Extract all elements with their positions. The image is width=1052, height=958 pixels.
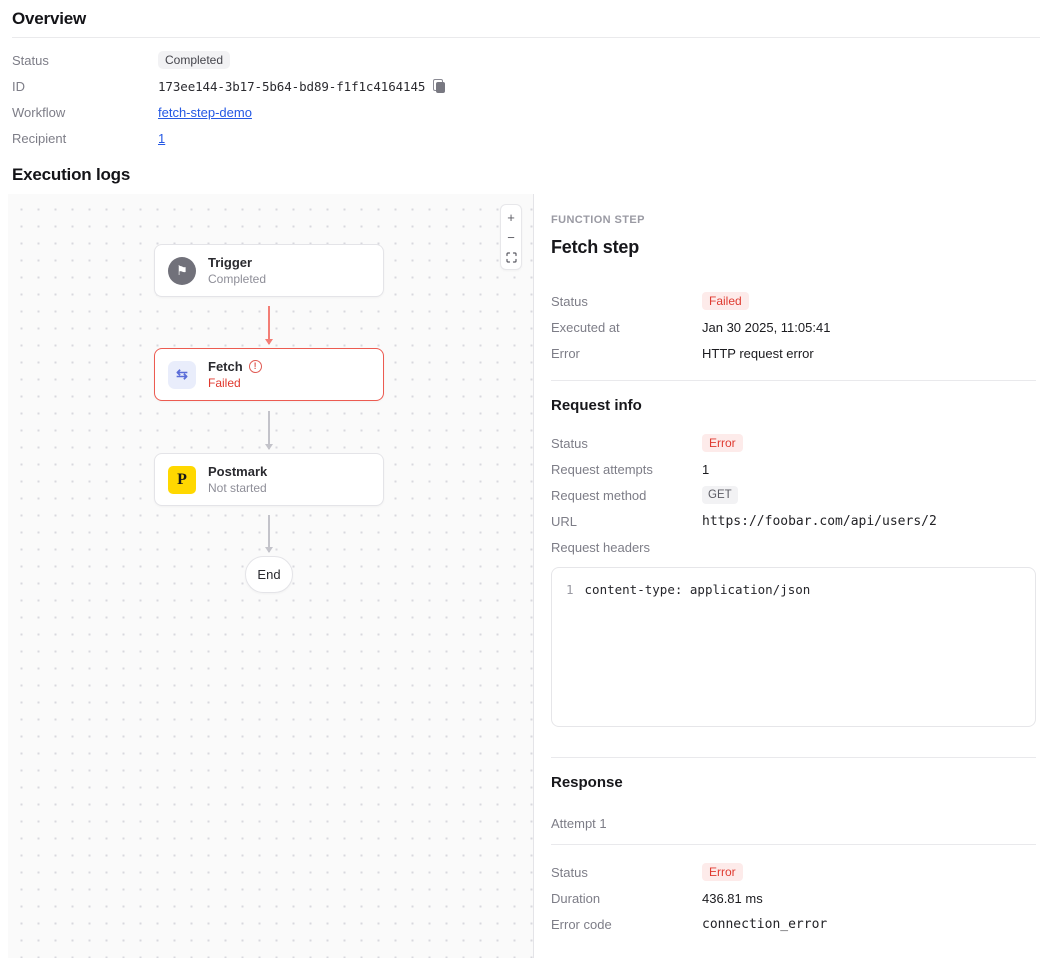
executed-at-label: Executed at <box>551 320 702 335</box>
overview-divider <box>12 37 1040 38</box>
attempt-label: Attempt 1 <box>551 816 1036 845</box>
duration-label: Duration <box>551 891 702 906</box>
step-status-label: Status <box>551 294 702 309</box>
request-status-badge: Error <box>702 434 743 452</box>
page-title: Overview <box>0 0 1052 37</box>
duration-row: Duration 436.81 ms <box>551 885 1036 911</box>
node-postmark-status: Not started <box>208 481 267 495</box>
executed-at-value: Jan 30 2025, 11:05:41 <box>702 320 830 335</box>
error-code-row: Error code connection_error <box>551 911 1036 937</box>
error-code-label: Error code <box>551 917 702 932</box>
request-attempts-value: 1 <box>702 462 709 477</box>
request-attempts-row: Request attempts 1 <box>551 456 1036 482</box>
request-status-row: Status Error <box>551 430 1036 456</box>
workflow-label: Workflow <box>12 105 158 120</box>
step-title: Fetch step <box>551 237 1036 258</box>
request-method-label: Request method <box>551 488 702 503</box>
overview-workflow-row: Workflow fetch-step-demo <box>12 99 1040 125</box>
node-postmark-title: Postmark <box>208 464 267 480</box>
node-trigger[interactable]: ⚑ Trigger Completed <box>154 244 384 297</box>
duration-value: 436.81 ms <box>702 891 763 906</box>
request-method-badge: GET <box>702 486 738 504</box>
copy-icon[interactable] <box>432 79 446 93</box>
workflow-canvas[interactable]: ⚑ Trigger Completed ⇆ Fetch <box>8 194 534 958</box>
node-fetch-title: Fetch <box>208 359 243 375</box>
status-badge: Completed <box>158 51 230 69</box>
workflow-link[interactable]: fetch-step-demo <box>158 105 252 120</box>
execution-logs-body: ⚑ Trigger Completed ⇆ Fetch <box>0 194 1052 958</box>
edge-fetch-postmark <box>268 411 270 449</box>
request-info-title: Request info <box>551 397 1036 414</box>
flag-icon: ⚑ <box>168 257 196 285</box>
overview-rows: Status Completed ID 173ee144-3b17-5b64-b… <box>0 47 1052 151</box>
response-status-badge: Error <box>702 863 743 881</box>
execution-logs-title: Execution logs <box>12 165 1052 185</box>
error-code-value: connection_error <box>702 917 827 932</box>
step-error-label: Error <box>551 346 702 361</box>
status-label: Status <box>12 53 158 68</box>
recipient-label: Recipient <box>12 131 158 146</box>
request-headers-row: Request headers <box>551 534 1036 560</box>
overview-status-row: Status Completed <box>12 47 1040 73</box>
overview-recipient-row: Recipient 1 <box>12 125 1040 151</box>
code-line-content: content-type: application/json <box>585 581 811 713</box>
node-fetch-status: Failed <box>208 376 262 390</box>
error-warning-icon: ! <box>249 360 262 373</box>
node-trigger-status: Completed <box>208 272 266 286</box>
canvas-zoom-controls: + − <box>500 204 522 270</box>
execution-detail-page: Overview Status Completed ID 173ee144-3b… <box>0 0 1052 958</box>
request-status-label: Status <box>551 436 702 451</box>
executed-at-row: Executed at Jan 30 2025, 11:05:41 <box>551 314 1036 340</box>
edge-trigger-fetch <box>268 306 270 344</box>
step-type-kicker: FUNCTION STEP <box>551 214 1036 226</box>
edge-postmark-end <box>268 515 270 552</box>
response-title: Response <box>551 774 1036 791</box>
zoom-out-button[interactable]: − <box>501 227 521 247</box>
fit-view-button[interactable] <box>501 247 521 267</box>
request-attempts-label: Request attempts <box>551 462 702 477</box>
step-status-badge: Failed <box>702 292 749 310</box>
zoom-in-button[interactable]: + <box>501 207 521 227</box>
request-url-value: https://foobar.com/api/users/2 <box>702 514 937 529</box>
id-label: ID <box>12 79 158 94</box>
node-fetch[interactable]: ⇆ Fetch ! Failed <box>154 348 384 401</box>
postmark-logo-icon: P <box>168 466 196 494</box>
step-status-row: Status Failed <box>551 288 1036 314</box>
request-headers-label: Request headers <box>551 540 702 555</box>
execution-id: 173ee144-3b17-5b64-bd89-f1f1c4164145 <box>158 79 425 94</box>
step-error-value: HTTP request error <box>702 346 814 361</box>
response-status-label: Status <box>551 865 702 880</box>
request-headers-code-block: 1 content-type: application/json <box>551 567 1036 727</box>
swap-arrows-icon: ⇆ <box>168 361 196 389</box>
node-postmark[interactable]: P Postmark Not started <box>154 453 384 506</box>
code-line-number: 1 <box>566 581 574 713</box>
step-detail-panel: FUNCTION STEP Fetch step Status Failed E… <box>534 194 1052 958</box>
end-node: End <box>245 556 293 593</box>
request-method-row: Request method GET <box>551 482 1036 508</box>
request-url-label: URL <box>551 514 702 529</box>
response-status-row: Status Error <box>551 859 1036 885</box>
fit-view-icon <box>506 252 517 263</box>
request-info-divider <box>551 380 1036 381</box>
request-url-row: URL https://foobar.com/api/users/2 <box>551 508 1036 534</box>
recipient-link[interactable]: 1 <box>158 131 165 146</box>
response-divider <box>551 757 1036 758</box>
overview-id-row: ID 173ee144-3b17-5b64-bd89-f1f1c4164145 <box>12 73 1040 99</box>
node-trigger-title: Trigger <box>208 255 252 271</box>
step-error-row: Error HTTP request error <box>551 340 1036 366</box>
